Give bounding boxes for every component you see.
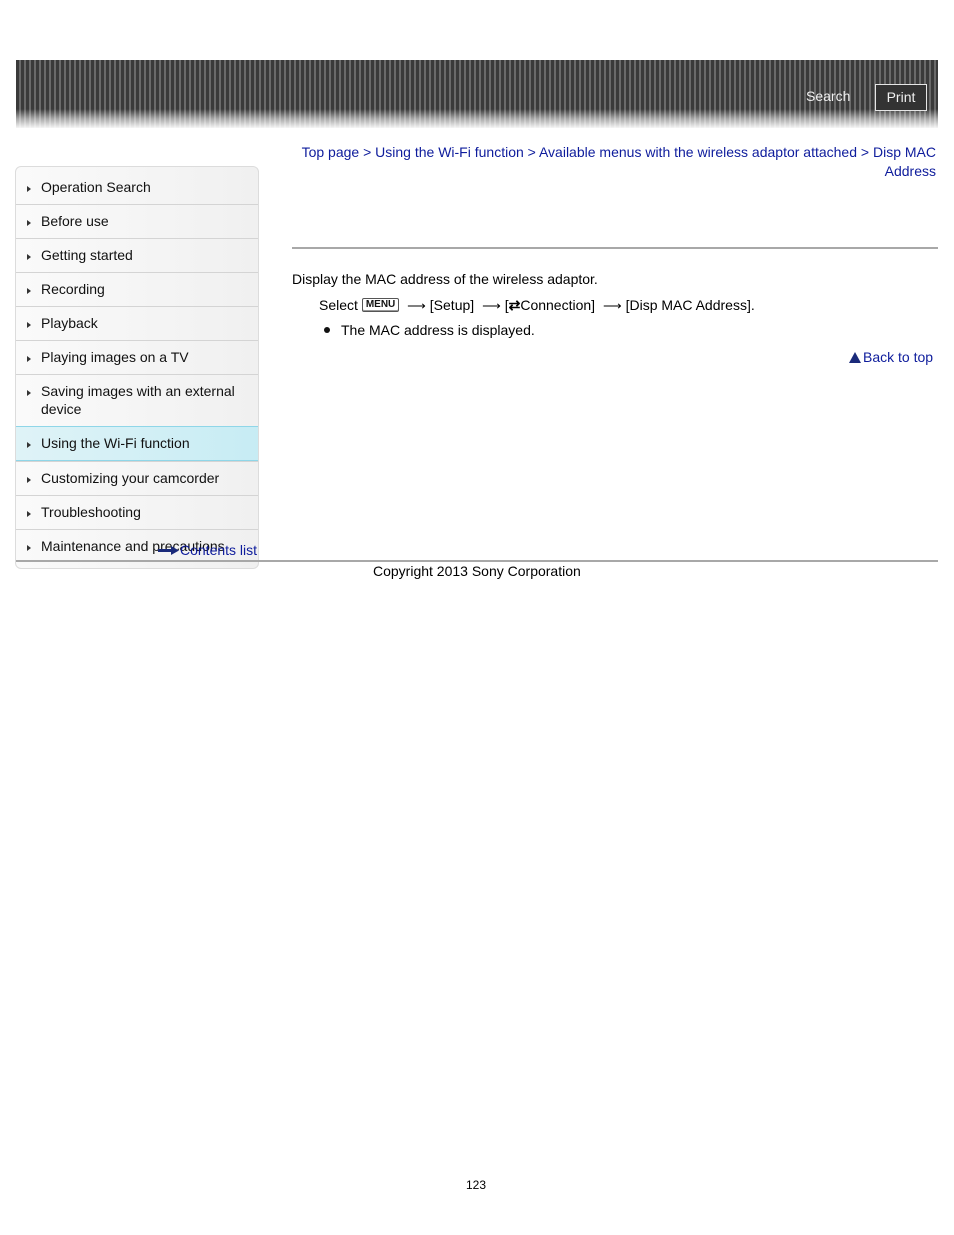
sidebar-item-label: Recording [41, 281, 105, 297]
triangle-up-icon [849, 352, 861, 363]
sidebar-item-label: Playing images on a TV [41, 349, 189, 365]
caret-right-icon [27, 220, 31, 226]
menu-button-icon: MENU [361, 298, 400, 312]
step-select-text: Select [319, 297, 358, 313]
sidebar-item-playing-images-on-tv[interactable]: Playing images on a TV [16, 340, 258, 374]
sidebar-item-wifi-function[interactable]: Using the Wi-Fi function [16, 426, 258, 461]
breadcrumb-current-page[interactable]: Disp MAC Address [873, 144, 936, 179]
sidebar-item-getting-started[interactable]: Getting started [16, 238, 258, 272]
copyright-text: Copyright 2013 Sony Corporation [373, 563, 581, 579]
caret-right-icon [27, 254, 31, 260]
sidebar-item-operation-search[interactable]: Operation Search [16, 167, 258, 204]
caret-right-icon [27, 545, 31, 551]
intro-text: Display the MAC address of the wireless … [292, 271, 598, 287]
sidebar-item-before-use[interactable]: Before use [16, 204, 258, 238]
search-link[interactable]: Search [806, 88, 850, 104]
arrow-right-icon: ⟶ [602, 298, 622, 313]
breadcrumb-separator: > [527, 144, 536, 160]
caret-right-icon [27, 288, 31, 294]
breadcrumb-separator: > [860, 144, 870, 160]
breadcrumb-separator: > [363, 144, 372, 160]
caret-right-icon [27, 186, 31, 192]
step-instruction: Select MENU ⟶ [Setup] ⟶ [⇄Connection] ⟶ [Di… [319, 297, 755, 314]
sidebar-item-troubleshooting[interactable]: Troubleshooting [16, 495, 258, 529]
breadcrumb-available-menus[interactable]: Available menus with the wireless adapto… [539, 144, 857, 160]
sidebar-item-label: Playback [41, 315, 98, 331]
caret-right-icon [27, 390, 31, 396]
bullet-text: The MAC address is displayed. [341, 322, 535, 338]
step-disp-mac: [Disp MAC Address]. [625, 297, 755, 313]
caret-right-icon [27, 322, 31, 328]
arrow-right-icon [158, 546, 179, 555]
breadcrumb: Top page > Using the Wi-Fi function > Av… [292, 143, 936, 181]
sidebar-item-label: Before use [41, 213, 109, 229]
bullet-dot-icon [324, 327, 330, 333]
page-number: 123 [466, 1178, 487, 1192]
footer-divider [16, 560, 938, 562]
sidebar-item-label: Saving images with an external device [41, 383, 235, 417]
back-to-top-label: Back to top [863, 349, 934, 365]
sidebar-item-label: Troubleshooting [41, 504, 141, 520]
sidebar-item-customizing[interactable]: Customizing your camcorder [16, 461, 258, 495]
title-divider [292, 247, 938, 249]
breadcrumb-top-page[interactable]: Top page [302, 144, 360, 160]
sidebar-item-recording[interactable]: Recording [16, 272, 258, 306]
sidebar-item-label: Operation Search [41, 179, 151, 195]
caret-right-icon [27, 477, 31, 483]
step-setup: [Setup] [429, 297, 475, 313]
back-to-top-link[interactable]: Back to top [849, 349, 933, 365]
caret-right-icon [27, 442, 31, 448]
arrow-right-icon: ⟶ [482, 298, 501, 313]
caret-right-icon [27, 356, 31, 362]
breadcrumb-wifi-function[interactable]: Using the Wi-Fi function [375, 144, 524, 160]
sidebar-item-label: Using the Wi-Fi function [41, 435, 190, 451]
contents-list-label: Contents list [180, 542, 258, 558]
sidebar-nav: Operation Search Before use Getting star… [15, 166, 259, 569]
sidebar-item-label: Customizing your camcorder [41, 470, 220, 486]
arrow-right-icon: ⟶ [407, 298, 426, 313]
caret-right-icon [27, 511, 31, 517]
step-connection: Connection] [520, 297, 596, 313]
bullet-item: The MAC address is displayed. [324, 322, 535, 338]
sidebar-item-saving-images[interactable]: Saving images with an external device [16, 374, 258, 426]
connection-icon: ⇄ [508, 297, 521, 313]
sidebar-item-label: Getting started [41, 247, 133, 263]
contents-list-link[interactable]: Contents list [158, 542, 257, 558]
print-button[interactable]: Print [875, 84, 927, 111]
header-bar: Search Print [16, 60, 938, 128]
sidebar-item-playback[interactable]: Playback [16, 306, 258, 340]
